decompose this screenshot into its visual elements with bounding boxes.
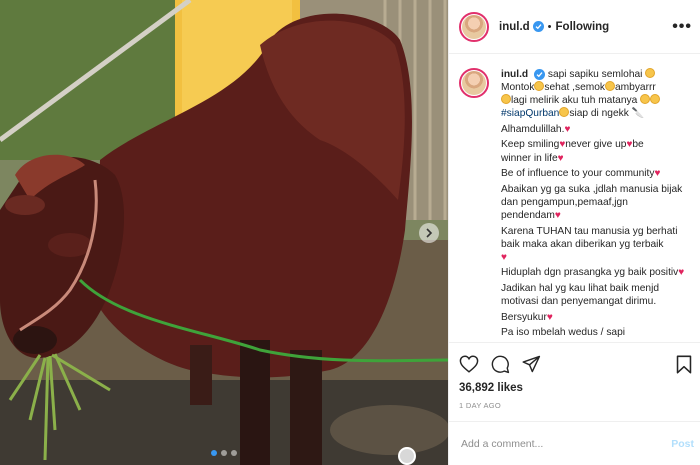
post-caption: inul.d sapi sapiku semlohai Montok sehat … — [501, 68, 690, 342]
post-actions: 36,892 likes 1 DAY AGO — [449, 342, 700, 410]
caption-line: ambyarrr — [615, 82, 656, 94]
carousel-dot — [221, 450, 227, 456]
post-header: inul.d • Following ••• — [449, 0, 700, 54]
heart-emoji-icon: ♥ — [546, 311, 553, 323]
cow-photo-illustration — [0, 0, 448, 465]
avatar[interactable] — [459, 68, 489, 98]
comments-area: inul.d sapi sapiku semlohai Montok sehat … — [449, 54, 700, 342]
heart-emoji-icon: ♥ — [554, 209, 561, 221]
emoji-icon — [650, 94, 661, 105]
caption-line: Abaikan yg ga suka ,jdlah manusia bijak … — [501, 183, 683, 221]
emoji-icon — [645, 68, 656, 78]
action-bar — [459, 352, 692, 376]
instagram-post: inul.d • Following ••• inul.d sapi sapik… — [0, 0, 700, 465]
heart-emoji-icon: ♥ — [678, 267, 685, 279]
emoji-icon — [559, 107, 570, 118]
heart-emoji-icon: ♥ — [501, 251, 507, 263]
likes-count[interactable]: 36,892 likes — [459, 382, 692, 394]
caption-line: Pa iso mbelah wedus / sapi — [501, 327, 626, 339]
emoji-icon — [640, 94, 651, 105]
caption-line: never give up — [565, 139, 627, 151]
caption-line: siap di ngekk — [569, 108, 629, 120]
caption-line: Keep smiling — [501, 139, 560, 151]
post-photo[interactable] — [0, 0, 448, 465]
emoji-icon — [534, 81, 545, 92]
caption-line: Be of influence to your community — [501, 168, 655, 180]
caption-line: Jadikan hal yg kau lihat baik menjd moti… — [501, 282, 660, 307]
separator-dot: • — [547, 20, 552, 33]
post-timestamp: 1 DAY AGO — [459, 401, 502, 410]
post-side-panel: inul.d • Following ••• inul.d sapi sapik… — [448, 0, 700, 465]
caption-username[interactable]: inul.d — [501, 69, 528, 80]
caption-line: Alhamdulillah. — [501, 123, 565, 135]
header-username[interactable]: inul.d — [499, 21, 530, 33]
caption-line: lagi melirik aku tuh matanya — [511, 95, 638, 107]
avatar[interactable] — [459, 11, 489, 42]
following-button[interactable]: Following — [556, 21, 610, 33]
carousel-indicators — [0, 450, 448, 456]
emoji-icon — [501, 94, 511, 105]
comment-box: Post — [449, 421, 700, 465]
emoji-icon — [605, 81, 616, 92]
chevron-right-icon — [426, 228, 433, 238]
comment-input[interactable] — [461, 437, 672, 450]
heart-emoji-icon: ♥ — [564, 123, 571, 135]
heart-icon[interactable] — [459, 355, 479, 373]
caption-line: Bersyukur — [501, 311, 547, 323]
hashtag-link[interactable]: #siapQurban — [501, 108, 559, 119]
caption-line: Karena TUHAN tau manusia yg berhati baik… — [501, 225, 678, 250]
caption-line: be — [632, 139, 644, 151]
more-options-icon[interactable]: ••• — [672, 18, 692, 36]
carousel-next-button[interactable] — [419, 223, 439, 243]
bookmark-icon[interactable] — [676, 355, 692, 374]
caption-line: sapi sapiku semlohai — [547, 69, 643, 80]
caption-line: Hiduplah dgn prasangka yg baik positiv — [501, 267, 679, 279]
comment-icon[interactable] — [491, 355, 510, 374]
caption-line: winner in life — [501, 152, 558, 164]
verified-badge-icon — [532, 21, 544, 32]
share-icon[interactable] — [522, 355, 541, 373]
caption-line: sehat ,semok — [544, 82, 606, 94]
verified-badge-icon — [534, 69, 546, 80]
heart-emoji-icon: ♥ — [557, 152, 564, 164]
carousel-dot — [211, 450, 217, 456]
heart-emoji-icon: ♥ — [654, 168, 661, 180]
post-comment-button[interactable]: Post — [671, 438, 694, 450]
carousel-dot — [231, 450, 237, 456]
photo-badge — [398, 447, 416, 465]
caption-line: Montok — [501, 82, 535, 94]
knife-icon: 🔪 — [631, 108, 645, 120]
